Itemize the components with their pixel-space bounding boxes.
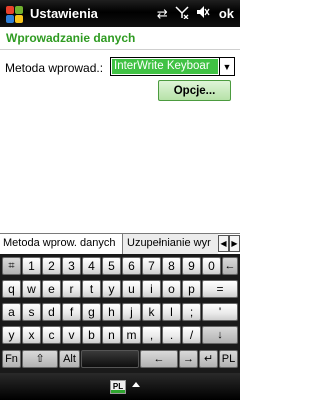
tab-scroll-left-icon[interactable]: ◀ [218,235,229,252]
menu-bar: PL [0,373,240,400]
key-y[interactable]: y [102,280,121,298]
caret-up-icon[interactable] [132,382,140,387]
arrow-right-key[interactable]: → [179,350,198,368]
shift-key[interactable]: ⇧ [22,350,58,368]
options-button[interactable]: Opcje... [158,80,231,101]
input-language-icon[interactable]: PL [110,380,126,394]
key-3[interactable]: 3 [62,257,81,275]
input-method-value: InterWrite Keyboar [112,59,218,74]
key-9[interactable]: 9 [182,257,201,275]
key-6[interactable]: 6 [122,257,141,275]
key-x[interactable]: x [22,326,41,344]
key-2[interactable]: 2 [42,257,61,275]
key-7[interactable]: 7 [142,257,161,275]
key-equals[interactable]: = [202,280,238,298]
alt-key[interactable]: Alt [59,350,80,368]
ok-button[interactable]: ok [219,6,234,21]
key-v[interactable]: v [62,326,81,344]
signal-off-icon[interactable] [175,5,189,22]
key-1[interactable]: 1 [22,257,41,275]
key-semicolon[interactable]: ; [182,303,201,321]
start-icon[interactable] [3,3,25,25]
key-w[interactable]: w [22,280,41,298]
key-i[interactable]: i [142,280,161,298]
key-h[interactable]: h [102,303,121,321]
key-o[interactable]: o [162,280,181,298]
key-5[interactable]: 5 [102,257,121,275]
key-a[interactable]: a [2,303,21,321]
key-symbols[interactable]: ⌗ [2,257,21,275]
key-r[interactable]: r [62,280,81,298]
tab-bar: Metoda wprow. danych Uzupełnianie wyr ◀ … [0,233,240,255]
key-4[interactable]: 4 [82,257,101,275]
key-m[interactable]: m [122,326,141,344]
tab-input-method[interactable]: Metoda wprow. danych [0,234,122,255]
key-slash[interactable]: / [182,326,201,344]
tab-scroll-right-icon[interactable]: ▶ [229,235,240,252]
key-l[interactable]: l [162,303,181,321]
fn-key[interactable]: Fn [2,350,21,368]
backspace-key[interactable]: ← [222,257,238,275]
key-c[interactable]: c [42,326,61,344]
input-method-label: Metoda wprowad.: [5,61,104,75]
volume-mute-icon[interactable] [196,5,210,22]
key-u[interactable]: u [122,280,141,298]
key-p[interactable]: p [182,280,201,298]
key-q[interactable]: q [2,280,21,298]
arrow-left-key[interactable]: ← [140,350,178,368]
key-f[interactable]: f [62,303,81,321]
enter-key[interactable]: ↵ [199,350,218,368]
space-key[interactable] [81,350,139,368]
key-apostrophe[interactable]: ' [202,303,238,321]
title-bar: Ustawienia ⇄ ok [0,0,240,27]
key-j[interactable]: j [122,303,141,321]
key-e[interactable]: e [42,280,61,298]
key-comma[interactable]: , [142,326,161,344]
hide-keyboard-key[interactable]: ↓ [202,326,238,344]
key-b[interactable]: b [82,326,101,344]
key-d[interactable]: d [42,303,61,321]
input-language-label: PL [112,382,124,391]
key-t[interactable]: t [82,280,101,298]
connectivity-icon[interactable]: ⇄ [157,6,168,22]
key-s[interactable]: s [22,303,41,321]
language-key[interactable]: PL [219,350,238,368]
key-8[interactable]: 8 [162,257,181,275]
on-screen-keyboard: ⌗ 1 2 3 4 5 6 7 8 9 0 ← q w e r t y u i … [0,254,240,373]
key-k[interactable]: k [142,303,161,321]
chevron-down-icon[interactable]: ▼ [219,58,234,75]
app-title: Ustawienia [30,6,98,21]
key-period[interactable]: . [162,326,181,344]
key-n[interactable]: n [102,326,121,344]
key-0[interactable]: 0 [202,257,221,275]
page-title: Wprowadzanie danych [0,27,240,50]
key-g[interactable]: g [82,303,101,321]
key-y-lower[interactable]: y [2,326,21,344]
input-method-select[interactable]: InterWrite Keyboar ▼ [110,57,235,76]
tab-word-completion[interactable]: Uzupełnianie wyr [122,234,218,255]
